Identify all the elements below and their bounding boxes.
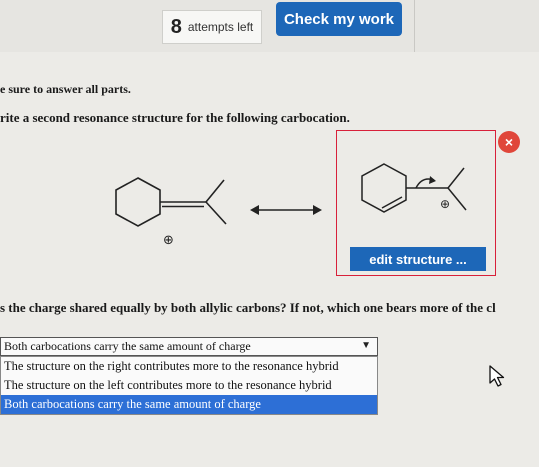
dropdown-selected-value: Both carbocations carry the same amount … — [4, 339, 251, 353]
methyl-down — [205, 201, 227, 225]
ring-double-bond — [381, 196, 403, 209]
attempts-indicator: 8 attempts left — [162, 10, 262, 44]
given-carbocation-structure: ⊕ — [115, 177, 227, 248]
resonance-arrow — [250, 205, 322, 215]
methyl-down-right — [447, 187, 467, 211]
answer-dropdown[interactable]: Both carbocations carry the same amount … — [0, 337, 378, 356]
drawn-resonance-structure: ⊕ — [361, 163, 467, 213]
edit-structure-button[interactable]: edit structure ... — [350, 247, 486, 271]
mouse-pointer-icon — [489, 365, 505, 387]
question-text: s the charge shared equally by both ally… — [0, 300, 496, 315]
attempts-label: attempts left — [187, 20, 254, 34]
instruction-line-1: e sure to answer all parts. — [0, 82, 131, 96]
positive-charge-symbol-left: ⊕ — [163, 233, 174, 248]
dropdown-option[interactable]: The structure on the left contributes mo… — [1, 376, 377, 395]
toolbar-divider — [414, 0, 415, 52]
dropdown-option[interactable]: The structure on the right contributes m… — [1, 357, 377, 376]
dropdown-option-highlighted[interactable]: Both carbocations carry the same amount … — [1, 395, 377, 414]
positive-charge-symbol-right: ⊕ — [440, 197, 450, 211]
instruction-line-2: rite a second resonance structure for th… — [0, 110, 350, 125]
dropdown-options-list: The structure on the right contributes m… — [0, 356, 378, 415]
chevron-down-icon: ▼ — [361, 340, 371, 351]
cyclohexane-ring — [115, 177, 161, 227]
svg-text:⊕: ⊕ — [440, 197, 450, 211]
attempts-count: 8 — [170, 15, 182, 38]
methyl-up — [205, 179, 225, 203]
check-my-work-button[interactable]: Check my work — [276, 2, 402, 36]
cyclohexene-ring — [361, 163, 407, 213]
top-toolbar — [0, 0, 539, 52]
methyl-up-right — [447, 167, 465, 189]
close-icon[interactable]: × — [498, 131, 520, 153]
svg-text:⊕: ⊕ — [163, 233, 174, 248]
